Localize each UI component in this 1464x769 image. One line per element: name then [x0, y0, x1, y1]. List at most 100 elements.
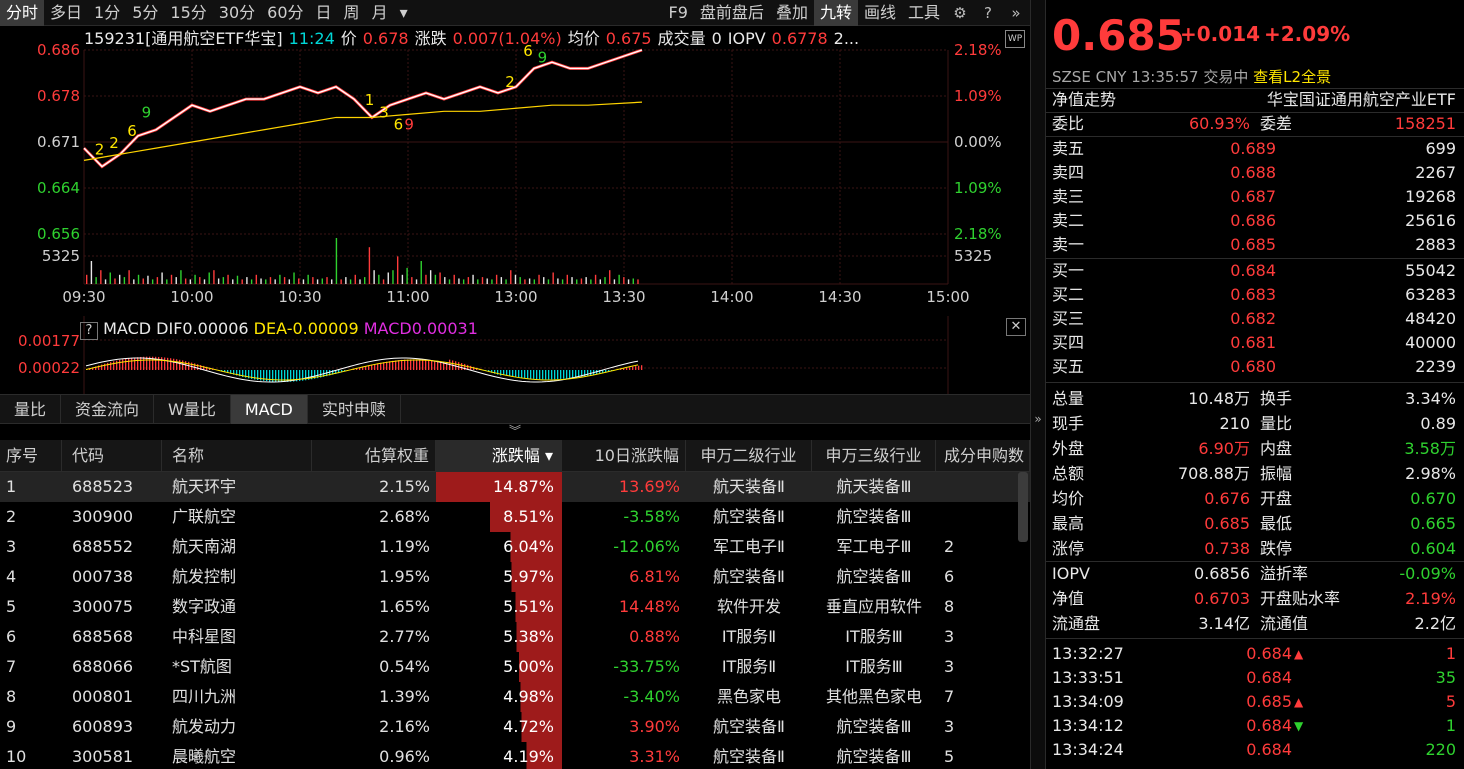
- collapse-icon[interactable]: ︾: [500, 424, 530, 438]
- currency: CNY: [1095, 68, 1127, 86]
- macd-help-icon[interactable]: ?: [80, 322, 98, 340]
- period-tab-6[interactable]: 60分: [261, 0, 309, 26]
- tool-tab-3[interactable]: 九转: [813, 0, 858, 26]
- macd-bar: [569, 370, 571, 379]
- pane-divider[interactable]: [1030, 0, 1046, 769]
- period-tab-4[interactable]: 15分: [164, 0, 212, 26]
- column-header-4[interactable]: 涨跌幅 ▾: [436, 440, 562, 471]
- tool-tab-0[interactable]: F9: [663, 0, 694, 26]
- close-icon[interactable]: ✕: [1006, 318, 1026, 336]
- indicator-tab-1[interactable]: 资金流向: [61, 395, 155, 424]
- table-cell: 5: [6, 597, 17, 616]
- stat-value: 0.685: [1204, 514, 1250, 533]
- period-tab-8[interactable]: 周: [338, 0, 366, 26]
- volume-bar: [114, 278, 116, 284]
- table-row[interactable]: 10 300581 晨曦航空 0.96% 4.19% 3.31% 航空装备Ⅱ 航空装备Ⅲ 5: [0, 742, 1030, 769]
- table-cell: 3.90%: [629, 717, 680, 736]
- help-icon[interactable]: ?: [977, 2, 999, 24]
- tool-tab-2[interactable]: 叠加: [770, 0, 814, 26]
- column-header-1[interactable]: 代码: [62, 440, 162, 471]
- volume-bar: [429, 270, 432, 284]
- volume-bar: [524, 279, 526, 284]
- bid-price: 0.684: [1230, 261, 1276, 280]
- period-tab-0[interactable]: 分时: [0, 0, 45, 26]
- column-header-3[interactable]: 估算权重: [312, 440, 436, 471]
- period-tab-9[interactable]: 月: [366, 0, 394, 26]
- period-tab-2[interactable]: 1分: [88, 0, 126, 26]
- table-cell: 航天南湖: [172, 537, 237, 556]
- table-row[interactable]: 3 688552 航天南湖 1.19% 6.04% -12.06% 军工电子Ⅱ 军工电子Ⅲ 2: [0, 532, 1030, 562]
- table-cell: 2: [944, 537, 955, 556]
- stat-value: 0.6703: [1194, 589, 1250, 608]
- volume-bar: [104, 279, 107, 284]
- ask-label: 卖四: [1052, 163, 1085, 182]
- macd-bar: [419, 359, 421, 370]
- tool-tab-1[interactable]: 盘前盘后: [694, 0, 770, 26]
- table-cell: IT服务Ⅲ: [845, 627, 903, 646]
- volume-bar: [283, 277, 286, 284]
- expand-icon[interactable]: »: [1031, 412, 1045, 426]
- period-dropdown[interactable]: ▾: [394, 0, 414, 26]
- period-tab-1[interactable]: 多日: [44, 0, 88, 26]
- table-row[interactable]: 6 688568 中科星图 2.77% 5.38% 0.88% IT服务Ⅱ IT服务Ⅲ 3: [0, 622, 1030, 652]
- table-row[interactable]: 1 688523 航天环宇 2.15% 14.87% 13.69% 航天装备Ⅱ 航天装备Ⅲ: [0, 472, 1030, 502]
- table-row[interactable]: 8 000801 四川九洲 1.39% 4.98% -3.40% 黑色家电 其他黑色家电 7: [0, 682, 1030, 712]
- chevron-right-icon[interactable]: »: [1005, 2, 1027, 24]
- macd-bar: [512, 370, 514, 377]
- macd-bar: [410, 359, 412, 370]
- tool-tab-4[interactable]: 画线: [858, 0, 902, 26]
- volume-bar: [411, 277, 413, 284]
- macd-bar: [518, 370, 520, 378]
- column-header-0[interactable]: 序号: [0, 440, 62, 471]
- td-sequential-mark: 1: [365, 91, 375, 109]
- indicator-tab-4[interactable]: 实时申赎: [308, 395, 401, 424]
- table-row[interactable]: 7 688066 *ST航图 0.54% 5.00% -33.75% IT服务Ⅱ IT服务Ⅲ 3: [0, 652, 1030, 682]
- macd-bar: [575, 370, 577, 378]
- stat-label: 最高: [1052, 514, 1085, 533]
- indicator-tab-0[interactable]: 量比: [0, 395, 62, 424]
- macd-bar: [134, 357, 136, 370]
- table-row[interactable]: 2 300900 广联航空 2.68% 8.51% -3.58% 航空装备Ⅱ 航空装备Ⅲ: [0, 502, 1030, 532]
- table-row[interactable]: 5 300075 数字政通 1.65% 5.51% 14.48% 软件开发 垂直应用软件 8: [0, 592, 1030, 622]
- macd-bar: [506, 370, 508, 376]
- column-header-5[interactable]: 10日涨跌幅: [562, 440, 686, 471]
- macd-bar: [173, 358, 175, 370]
- column-header-8[interactable]: 成分申购数: [936, 440, 1030, 471]
- macd-bar: [428, 359, 430, 370]
- indicator-tab-3[interactable]: MACD: [230, 395, 308, 424]
- column-header-6[interactable]: 申万二级行业: [686, 440, 812, 471]
- indicator-tab-2[interactable]: W量比: [154, 395, 231, 424]
- stat-value: 3.58万: [1404, 439, 1456, 458]
- table-row[interactable]: 4 000738 航发控制 1.95% 5.97% 6.81% 航空装备Ⅱ 航空装备Ⅲ 6: [0, 562, 1030, 592]
- intraday-chart[interactable]: 0.686 0.678 0.671 0.664 0.656 2.18% 1.09% 0.00%…: [0, 26, 1030, 316]
- macd-bar: [107, 362, 109, 370]
- volume-bar: [246, 277, 248, 284]
- period-tab-7[interactable]: 日: [310, 0, 338, 26]
- column-header-2[interactable]: 名称: [162, 440, 312, 471]
- table-cell: 航空装备Ⅱ: [713, 747, 785, 766]
- table-cell: 13.69%: [618, 477, 680, 496]
- table-cell: 5.97%: [436, 562, 562, 592]
- table-cell: 5.51%: [436, 592, 562, 622]
- table-cell: 2.68%: [379, 507, 430, 526]
- volume-bar: [406, 267, 408, 284]
- volume-bar: [161, 272, 163, 284]
- table-scrollbar[interactable]: [1018, 472, 1028, 542]
- volume-bar: [335, 238, 338, 284]
- period-tab-3[interactable]: 5分: [126, 0, 164, 26]
- period-tab-5[interactable]: 30分: [213, 0, 261, 26]
- dif-label: DIF: [156, 319, 183, 338]
- table-row[interactable]: 9 600893 航发动力 2.16% 4.72% 3.90% 航空装备Ⅱ 航空装备Ⅲ 3: [0, 712, 1030, 742]
- volume-bar: [312, 277, 314, 284]
- macd-bar: [110, 362, 112, 370]
- table-cell: -3.58%: [623, 507, 680, 526]
- gear-icon[interactable]: ⚙: [949, 2, 971, 24]
- table-cell: 航空装备Ⅲ: [836, 567, 912, 586]
- panel-row: 卖五 0.689 699: [1046, 137, 1464, 161]
- column-header-7[interactable]: 申万三级行业: [812, 440, 936, 471]
- trade-status: 交易中: [1203, 68, 1249, 86]
- volume-bar: [269, 277, 272, 284]
- l2-link[interactable]: 查看L2全景: [1253, 68, 1331, 86]
- table-cell: 垂直应用软件: [825, 597, 922, 616]
- tool-tab-5[interactable]: 工具: [902, 0, 946, 26]
